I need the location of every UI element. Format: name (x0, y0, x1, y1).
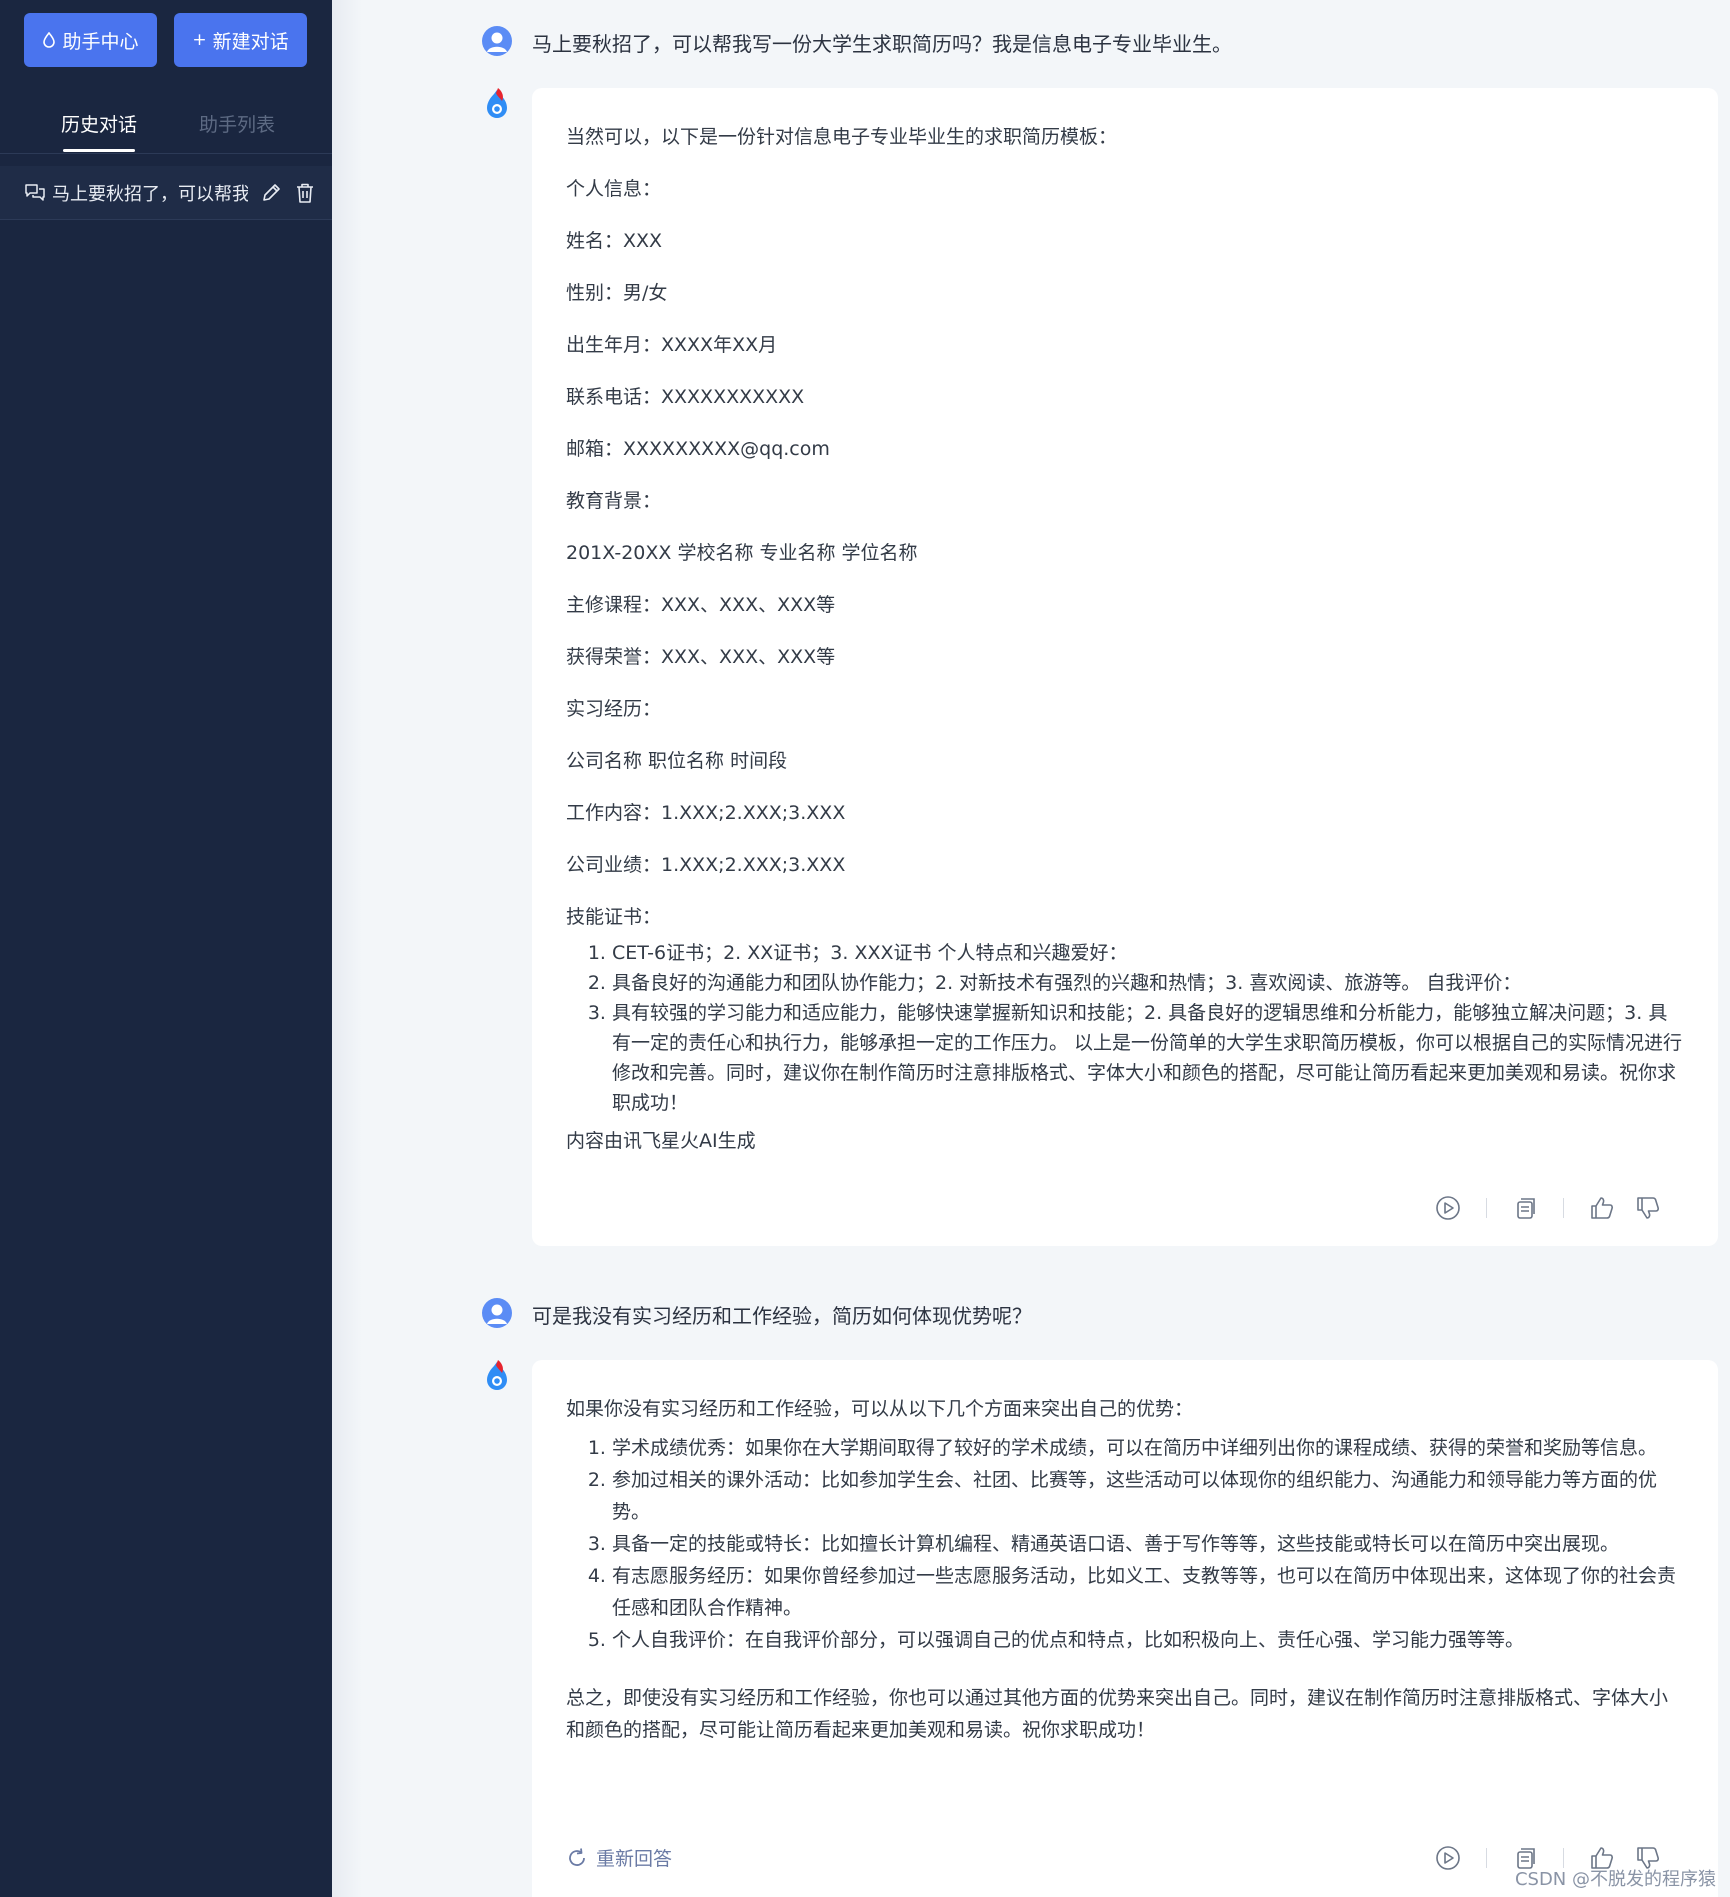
user-avatar-icon (482, 1298, 512, 1328)
help-center-label: 助手中心 (62, 30, 139, 53)
ai-answer-card: 当然可以，以下是一份针对信息电子专业毕业生的求职简历模板： 个人信息： 姓名：X… (532, 88, 1718, 1246)
answer-line: 获得荣誉：XXX、XXX、XXX等 (566, 646, 836, 668)
user-message: 马上要秋招了，可以帮我写一份大学生求职简历吗？我是信息电子专业毕业生。 (532, 32, 1232, 56)
tab-history[interactable]: 历史对话 (61, 110, 137, 152)
conversation-title: 马上要秋招了，可以帮我写一份大学生求职简历吗？我是信息电子专业毕业生。 (52, 183, 248, 205)
sidebar: 助手中心 + 新建对话 历史对话 助手列表 马上要秋招了，可以帮我写一份大学生求… (0, 0, 332, 1897)
answer-line: 联系电话：XXXXXXXXXXX (566, 386, 805, 408)
tab-assistants[interactable]: 助手列表 (199, 110, 275, 137)
ai-answer-card: 如果你没有实习经历和工作经验，可以从以下几个方面来突出自己的优势： 学术成绩优秀… (532, 1360, 1718, 1897)
chat-area: 马上要秋招了，可以帮我写一份大学生求职简历吗？我是信息电子专业毕业生。 当然可以… (332, 0, 1730, 1897)
answer-line: 邮箱：XXXXXXXXX@qq.com (566, 438, 830, 460)
sidebar-tabs: 历史对话 助手列表 (0, 100, 332, 154)
divider (1486, 1198, 1487, 1218)
answer-intro: 如果你没有实习经历和工作经验，可以从以下几个方面来突出自己的优势： (566, 1398, 1194, 1420)
list-item: 个人自我评价：在自我评价部分，可以强调自己的优点和特点，比如积极向上、责任心强、… (612, 1624, 1684, 1656)
list-item: 参加过相关的课外活动：比如参加学生会、社团、比赛等，这些活动可以体现你的组织能力… (612, 1464, 1684, 1528)
answer-line: 出生年月：XXXX年XX月 (566, 334, 778, 356)
spark-logo-icon (487, 1360, 507, 1390)
list-item: 具备良好的沟通能力和团队协作能力；2. 对新技术有强烈的兴趣和热情；3. 喜欢阅… (612, 968, 1684, 998)
spark-logo-icon (487, 88, 507, 118)
answer-line: 技能证书： (566, 906, 662, 928)
list-item: 具备一定的技能或特长：比如擅长计算机编程、精通英语口语、善于写作等等，这些技能或… (612, 1528, 1684, 1560)
divider (1563, 1198, 1564, 1218)
thumbs-down-icon[interactable] (1634, 1194, 1662, 1222)
answer-list: CET-6证书；2. XX证书；3. XXX证书 个人特点和兴趣爱好： 具备良好… (566, 938, 1684, 1118)
regenerate-label: 重新回答 (596, 1848, 673, 1870)
list-item: CET-6证书；2. XX证书；3. XXX证书 个人特点和兴趣爱好： (612, 938, 1684, 968)
plus-icon: + (192, 29, 207, 50)
list-item: 具有较强的学习能力和适应能力，能够快速掌握新知识和技能；2. 具备良好的逻辑思维… (612, 998, 1684, 1118)
answer-line: 当然可以，以下是一份针对信息电子专业毕业生的求职简历模板： (566, 126, 1118, 148)
new-chat-label: 新建对话 (212, 30, 289, 53)
answer-line: 性别：男/女 (566, 282, 668, 304)
trash-icon[interactable] (294, 182, 316, 204)
answer-line: 实习经历： (566, 698, 662, 720)
answer-line: 公司业绩：1.XXX;2.XXX;3.XXX (566, 854, 846, 876)
watermark-credit: CSDN @不脱发的程序猿 (1514, 1869, 1716, 1890)
answer-line: 201X-20XX 学校名称 专业名称 学位名称 (566, 542, 918, 564)
answer-summary: 总之，即使没有实习经历和工作经验，你也可以通过其他方面的优势来突出自己。同时，建… (566, 1687, 1669, 1741)
refresh-icon (569, 1847, 585, 1866)
list-item: 学术成绩优秀：如果你在大学期间取得了较好的学术成绩，可以在简历中详细列出你的课程… (612, 1432, 1684, 1464)
regenerate-button[interactable]: 重新回答 (566, 1844, 672, 1871)
list-item: 有志愿服务经历：如果你曾经参加过一些志愿服务活动，比如义工、支教等等，也可以在简… (612, 1560, 1684, 1624)
droplet-icon (43, 32, 56, 48)
answer-line: 教育背景： (566, 490, 662, 512)
answer-footer: 内容由讯飞星火AI生成 (566, 1130, 756, 1152)
help-center-button[interactable]: 助手中心 (24, 13, 157, 67)
pencil-icon[interactable] (260, 182, 282, 204)
divider (1486, 1848, 1487, 1868)
answer-line: 主修课程：XXX、XXX、XXX等 (566, 594, 836, 616)
user-avatar-icon (482, 26, 512, 56)
answer-line: 姓名：XXX (566, 230, 663, 252)
conversation-item[interactable]: 马上要秋招了，可以帮我写一份大学生求职简历吗？我是信息电子专业毕业生。 (0, 166, 332, 220)
chat-bubbles-icon (25, 183, 45, 201)
answer-line: 个人信息： (566, 178, 662, 200)
answer-line: 公司名称 职位名称 时间段 (566, 750, 788, 772)
new-chat-button[interactable]: + 新建对话 (174, 13, 307, 67)
play-circle-icon[interactable] (1434, 1194, 1462, 1222)
user-message: 可是我没有实习经历和工作经验，简历如何体现优势呢？ (532, 1304, 1032, 1328)
answer-list: 学术成绩优秀：如果你在大学期间取得了较好的学术成绩，可以在简历中详细列出你的课程… (566, 1432, 1684, 1656)
copy-icon[interactable] (1511, 1194, 1539, 1222)
play-circle-icon[interactable] (1434, 1844, 1462, 1872)
answer-line: 工作内容：1.XXX;2.XXX;3.XXX (566, 802, 846, 824)
answer-actions (1434, 1194, 1662, 1222)
thumbs-up-icon[interactable] (1588, 1194, 1616, 1222)
